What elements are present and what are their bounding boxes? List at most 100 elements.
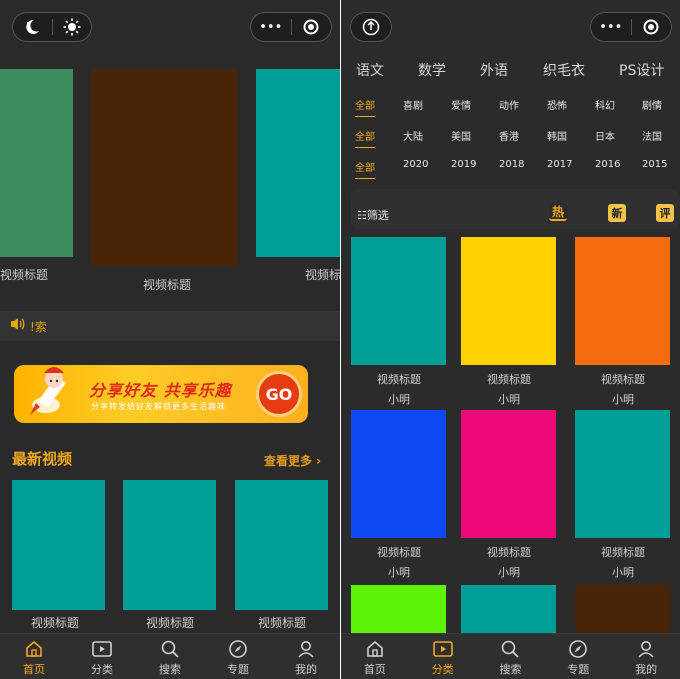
video-card[interactable] (575, 585, 670, 635)
tab-search[interactable]: 搜索 (477, 634, 545, 679)
play-icon (431, 639, 455, 659)
video-card[interactable] (575, 237, 670, 365)
year-option[interactable]: 2016 (595, 159, 620, 170)
subject-tab[interactable]: 语文 (356, 60, 384, 80)
latest-videos-title: 最新视频 (12, 450, 73, 468)
video-title: 视频标题 (601, 546, 645, 559)
region-option[interactable]: 大陆 (403, 128, 423, 143)
sort-new-button[interactable]: 新 (608, 204, 626, 222)
region-option[interactable]: 日本 (595, 128, 615, 143)
tab-bar: 首页 分类 搜索 专题 我的 (0, 633, 340, 679)
subject-tab[interactable]: 外语 (480, 60, 508, 80)
filter-sort-bar: ☷筛选 热 新 评 (351, 189, 680, 229)
banner-caption: 视频标题 (0, 268, 49, 282)
subject-tab[interactable]: PS设计 (619, 60, 664, 80)
miniprogram-capsule: ••• (250, 12, 332, 42)
video-title: 视频标题 (377, 546, 421, 559)
region-option[interactable]: 韩国 (547, 128, 567, 143)
share-subtitle: 分享转发给好友解锁更多生活趣味 (91, 402, 226, 411)
filter-label[interactable]: ☷筛选 (357, 207, 389, 223)
video-author: 小明 (388, 393, 410, 406)
home-screen: ••• 视频标题 视频标题 视频标题 !索 分享好友 共享乐趣 分享转发给好友解… (0, 0, 340, 679)
video-title: 视频标题 (487, 373, 531, 386)
moon-icon[interactable] (13, 13, 52, 41)
genre-option[interactable]: 爱情 (451, 97, 471, 112)
tab-bar: 首页 分类 搜索 专题 我的 (341, 633, 680, 679)
search-icon (158, 639, 182, 659)
tab-label: 搜索 (159, 663, 181, 676)
sort-hot-button[interactable]: 热 (549, 203, 567, 221)
rocket-icon (30, 367, 66, 415)
video-card[interactable] (575, 410, 670, 538)
more-menu-button[interactable]: ••• (591, 13, 631, 41)
video-author: 小明 (612, 393, 634, 406)
region-option[interactable]: 香港 (499, 128, 519, 143)
year-option[interactable]: 2020 (403, 159, 428, 170)
year-option[interactable]: 2018 (499, 159, 524, 170)
more-menu-button[interactable]: ••• (251, 13, 291, 41)
genre-option[interactable]: 剧情 (642, 97, 662, 112)
sun-icon[interactable] (53, 13, 92, 41)
banner-card[interactable] (91, 69, 237, 266)
video-card[interactable] (351, 410, 446, 538)
upload-capsule[interactable] (350, 12, 392, 42)
tab-home[interactable]: 首页 (341, 634, 409, 679)
search-icon (498, 639, 522, 659)
region-filter-row: 全部 大陆 美国 香港 韩国 日本 法国 (341, 128, 680, 150)
tab-compass[interactable]: 专题 (204, 634, 272, 679)
record-icon[interactable] (292, 13, 332, 41)
video-card[interactable] (461, 410, 556, 538)
upload-icon[interactable] (351, 13, 391, 41)
tab-user[interactable]: 我的 (612, 634, 680, 679)
tab-compass[interactable]: 专题 (544, 634, 612, 679)
play-icon (90, 639, 114, 659)
video-card[interactable] (123, 480, 216, 610)
sort-rating-button[interactable]: 评 (656, 204, 674, 222)
home-icon (363, 639, 387, 659)
year-option[interactable]: 2019 (451, 159, 476, 170)
genre-option[interactable]: 恐怖 (547, 97, 567, 112)
year-option[interactable]: 2015 (642, 159, 667, 170)
compass-icon (226, 639, 250, 659)
theme-capsule (12, 12, 92, 42)
video-author: 小明 (498, 566, 520, 579)
video-card[interactable] (12, 480, 105, 610)
genre-option[interactable]: 动作 (499, 97, 519, 112)
year-filter-row: 全部 2020 2019 2018 2017 2016 2015 (341, 159, 680, 181)
video-card[interactable] (351, 237, 446, 365)
tab-play[interactable]: 分类 (409, 634, 477, 679)
tab-home[interactable]: 首页 (0, 634, 68, 679)
video-card[interactable] (235, 480, 328, 610)
year-option[interactable]: 全部 (355, 159, 375, 179)
tab-play[interactable]: 分类 (68, 634, 136, 679)
tab-label: 搜索 (499, 663, 522, 676)
banner-card[interactable] (0, 69, 73, 257)
region-option[interactable]: 美国 (451, 128, 471, 143)
notice-bar[interactable]: !索 (0, 311, 340, 341)
record-icon[interactable] (632, 13, 672, 41)
video-card[interactable] (351, 585, 446, 635)
home-icon (22, 639, 46, 659)
region-option[interactable]: 法国 (642, 128, 662, 143)
subject-tab[interactable]: 织毛衣 (543, 60, 585, 80)
genre-option[interactable]: 全部 (355, 97, 375, 117)
tab-label: 首页 (23, 663, 45, 676)
year-option[interactable]: 2017 (547, 159, 572, 170)
subject-tab[interactable]: 数学 (418, 60, 446, 80)
tab-user[interactable]: 我的 (272, 634, 340, 679)
genre-option[interactable]: 喜剧 (403, 97, 423, 112)
tab-label: 分类 (91, 663, 113, 676)
video-card[interactable] (461, 585, 556, 635)
tab-label: 专题 (227, 663, 249, 676)
miniprogram-capsule: ••• (590, 12, 672, 42)
go-button[interactable]: GO (256, 371, 302, 417)
genre-option[interactable]: 科幻 (595, 97, 615, 112)
region-option[interactable]: 全部 (355, 128, 375, 148)
see-more-link[interactable]: 查看更多 › (264, 452, 321, 469)
share-banner[interactable]: 分享好友 共享乐趣 分享转发给好友解锁更多生活趣味 GO (14, 365, 308, 423)
video-author: 小明 (498, 393, 520, 406)
tab-search[interactable]: 搜索 (136, 634, 204, 679)
video-card[interactable] (461, 237, 556, 365)
banner-card[interactable] (256, 69, 340, 257)
user-icon (634, 639, 658, 659)
